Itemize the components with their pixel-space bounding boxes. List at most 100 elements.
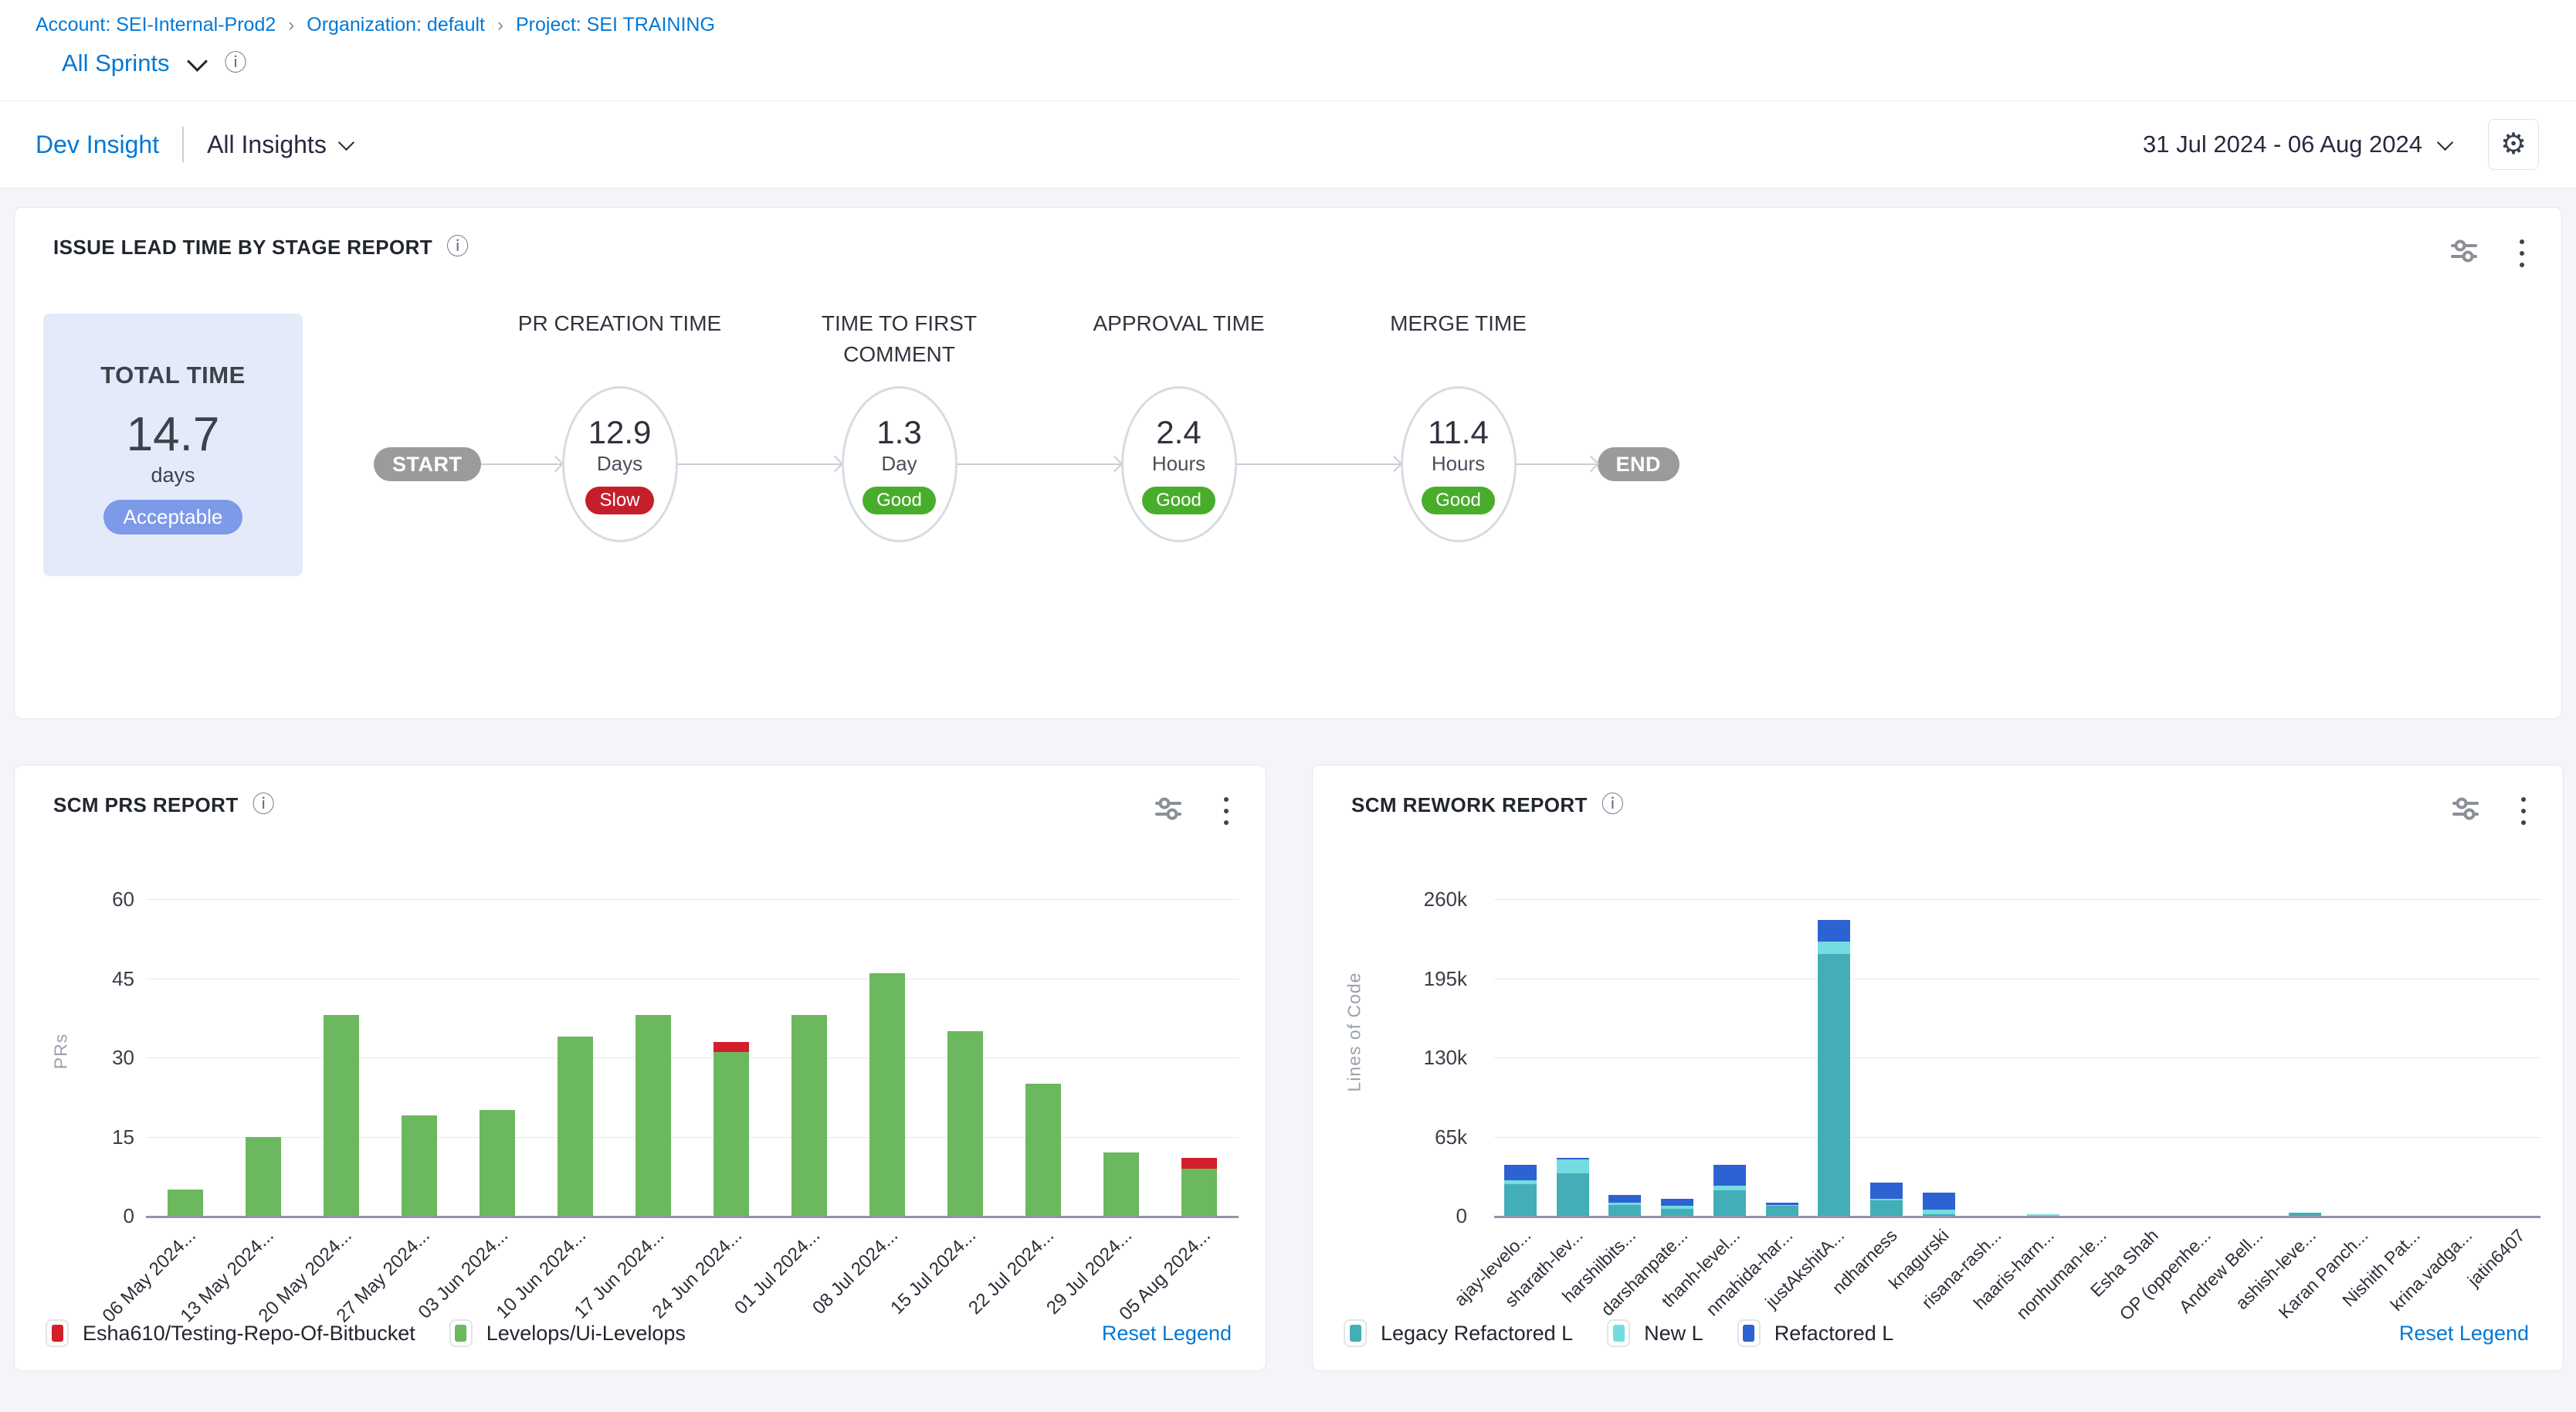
bar-segment[interactable] <box>402 1115 437 1216</box>
stage-circle[interactable]: 1.3DayGood <box>842 386 958 542</box>
bar-segment[interactable] <box>480 1110 515 1216</box>
stage-value: 12.9 <box>588 415 652 450</box>
breadcrumb: Account: SEI-Internal-Prod2 › Organization… <box>36 14 715 36</box>
info-icon[interactable]: ⓘ <box>1602 794 1624 816</box>
bar-segment[interactable] <box>1504 1180 1537 1184</box>
stage-unit: Days <box>597 452 642 476</box>
bar-segment[interactable] <box>1713 1186 1746 1190</box>
insight-name[interactable]: Dev Insight <box>36 131 159 159</box>
bar-segment[interactable] <box>1818 942 1850 954</box>
kebab-menu-icon[interactable] <box>1221 794 1232 828</box>
bar-segment[interactable] <box>1923 1193 1955 1210</box>
kebab-menu-icon[interactable] <box>2518 794 2529 828</box>
chevron-down-icon[interactable] <box>338 134 354 150</box>
sprint-selector[interactable]: All Sprints ⓘ <box>62 49 247 77</box>
bar-segment[interactable] <box>1557 1158 1589 1159</box>
gridline <box>1494 899 2540 900</box>
bar-segment[interactable] <box>1661 1206 1693 1208</box>
bar-segment[interactable] <box>1504 1184 1537 1216</box>
bar-segment[interactable] <box>1608 1205 1641 1216</box>
bar-segment[interactable] <box>1713 1165 1746 1186</box>
total-time-card: TOTAL TIME 14.7 days Acceptable <box>43 314 303 576</box>
bar-segment[interactable] <box>1870 1183 1903 1199</box>
legend-item[interactable]: Refactored L <box>1737 1319 1894 1347</box>
bar-segment[interactable] <box>1025 1084 1061 1216</box>
legend-item[interactable]: Legacy Refactored L <box>1344 1319 1573 1347</box>
breadcrumb-link[interactable]: Organization: default <box>307 14 485 36</box>
page: Account: SEI-Internal-Prod2 › Organization… <box>0 0 2576 1412</box>
breadcrumb-link[interactable]: Account: SEI-Internal-Prod2 <box>36 14 276 36</box>
kebab-menu-icon[interactable] <box>2517 236 2527 270</box>
y-tick-label: 260k <box>1374 888 1467 911</box>
bar-segment[interactable] <box>1818 954 1850 1216</box>
legend-label: New L <box>1644 1322 1703 1346</box>
bar-segment[interactable] <box>636 1015 671 1216</box>
y-tick-label: 45 <box>42 967 134 990</box>
bar-segment[interactable] <box>1557 1173 1589 1216</box>
end-pill: END <box>1598 447 1680 481</box>
bar-segment[interactable] <box>1608 1203 1641 1205</box>
bar-segment[interactable] <box>1661 1209 1693 1216</box>
bar-segment[interactable] <box>1181 1158 1217 1169</box>
legend-item[interactable]: Levelops/Ui-Levelops <box>449 1319 686 1347</box>
stage-unit: Hours <box>1432 452 1485 476</box>
stage-circle[interactable]: 2.4HoursGood <box>1121 386 1237 542</box>
bar-segment[interactable] <box>246 1137 281 1217</box>
stage-circle[interactable]: 12.9DaysSlow <box>562 386 678 542</box>
insights-dropdown-label[interactable]: All Insights <box>207 131 327 159</box>
breadcrumb-separator-icon: › <box>497 15 503 36</box>
settings-button[interactable]: ⚙ <box>2488 119 2539 170</box>
legend-item[interactable]: New L <box>1607 1319 1703 1347</box>
bar-segment[interactable] <box>168 1190 203 1216</box>
bar-segment[interactable] <box>713 1052 749 1216</box>
bar-segment[interactable] <box>1103 1152 1139 1216</box>
bar-segment[interactable] <box>1181 1169 1217 1217</box>
panel-title: SCM REWORK REPORT <box>1351 793 1588 817</box>
x-tick-text: nonhuman-le... <box>2012 1225 2111 1324</box>
bar-segment[interactable] <box>1766 1203 1798 1205</box>
bar-segment[interactable] <box>2289 1213 2321 1216</box>
info-icon[interactable]: ⓘ <box>446 236 469 259</box>
insights-dropdown[interactable]: All Insights <box>207 131 352 159</box>
filter-sliders-icon[interactable] <box>2447 234 2481 272</box>
bar-segment[interactable] <box>324 1015 359 1216</box>
bar-segment[interactable] <box>558 1037 593 1216</box>
reset-legend-link[interactable]: Reset Legend <box>2399 1322 2529 1346</box>
chevron-down-icon[interactable] <box>187 51 208 72</box>
bar-segment[interactable] <box>1818 920 1850 942</box>
legend-label: Refactored L <box>1774 1322 1894 1346</box>
bar-segment[interactable] <box>947 1031 983 1216</box>
bar-segment[interactable] <box>713 1042 749 1053</box>
bar-segment[interactable] <box>1923 1210 1955 1214</box>
bar-segment[interactable] <box>791 1015 827 1216</box>
panel-title: SCM PRS REPORT <box>53 793 239 817</box>
bar-segment[interactable] <box>1766 1206 1798 1216</box>
bar-segment[interactable] <box>1504 1165 1537 1181</box>
y-tick-label: 195k <box>1374 967 1467 990</box>
stage-badge: Good <box>1142 487 1215 514</box>
bar-segment[interactable] <box>1557 1159 1589 1173</box>
flow-arrow-icon <box>678 463 842 465</box>
chevron-down-icon[interactable] <box>2437 134 2453 150</box>
bar-segment[interactable] <box>869 973 905 1216</box>
stage-circle[interactable]: 11.4HoursGood <box>1401 386 1517 542</box>
breadcrumb-link[interactable]: Project: SEI TRAINING <box>516 14 715 36</box>
bar-segment[interactable] <box>2027 1214 2059 1216</box>
info-icon[interactable]: ⓘ <box>253 794 275 816</box>
bar-segment[interactable] <box>1608 1195 1641 1202</box>
sprint-selector-label[interactable]: All Sprints <box>62 49 170 77</box>
filter-sliders-icon[interactable] <box>2449 792 2483 830</box>
filter-sliders-icon[interactable] <box>1151 792 1185 830</box>
legend-item[interactable]: Esha610/Testing-Repo-Of-Bitbucket <box>46 1319 415 1347</box>
date-range-picker[interactable]: 31 Jul 2024 - 06 Aug 2024 <box>2143 131 2422 158</box>
info-icon: ⓘ <box>225 53 247 75</box>
bar-segment[interactable] <box>1661 1199 1693 1206</box>
flow-arrow-icon <box>481 463 562 465</box>
reset-legend-link[interactable]: Reset Legend <box>1102 1322 1232 1346</box>
gridline <box>1494 1137 2540 1138</box>
bar-segment[interactable] <box>1870 1200 1903 1217</box>
y-axis-title: Lines of Code <box>1344 972 1365 1092</box>
bar-segment[interactable] <box>1713 1190 1746 1216</box>
total-time-badge: Acceptable <box>103 500 243 535</box>
divider <box>182 127 184 162</box>
